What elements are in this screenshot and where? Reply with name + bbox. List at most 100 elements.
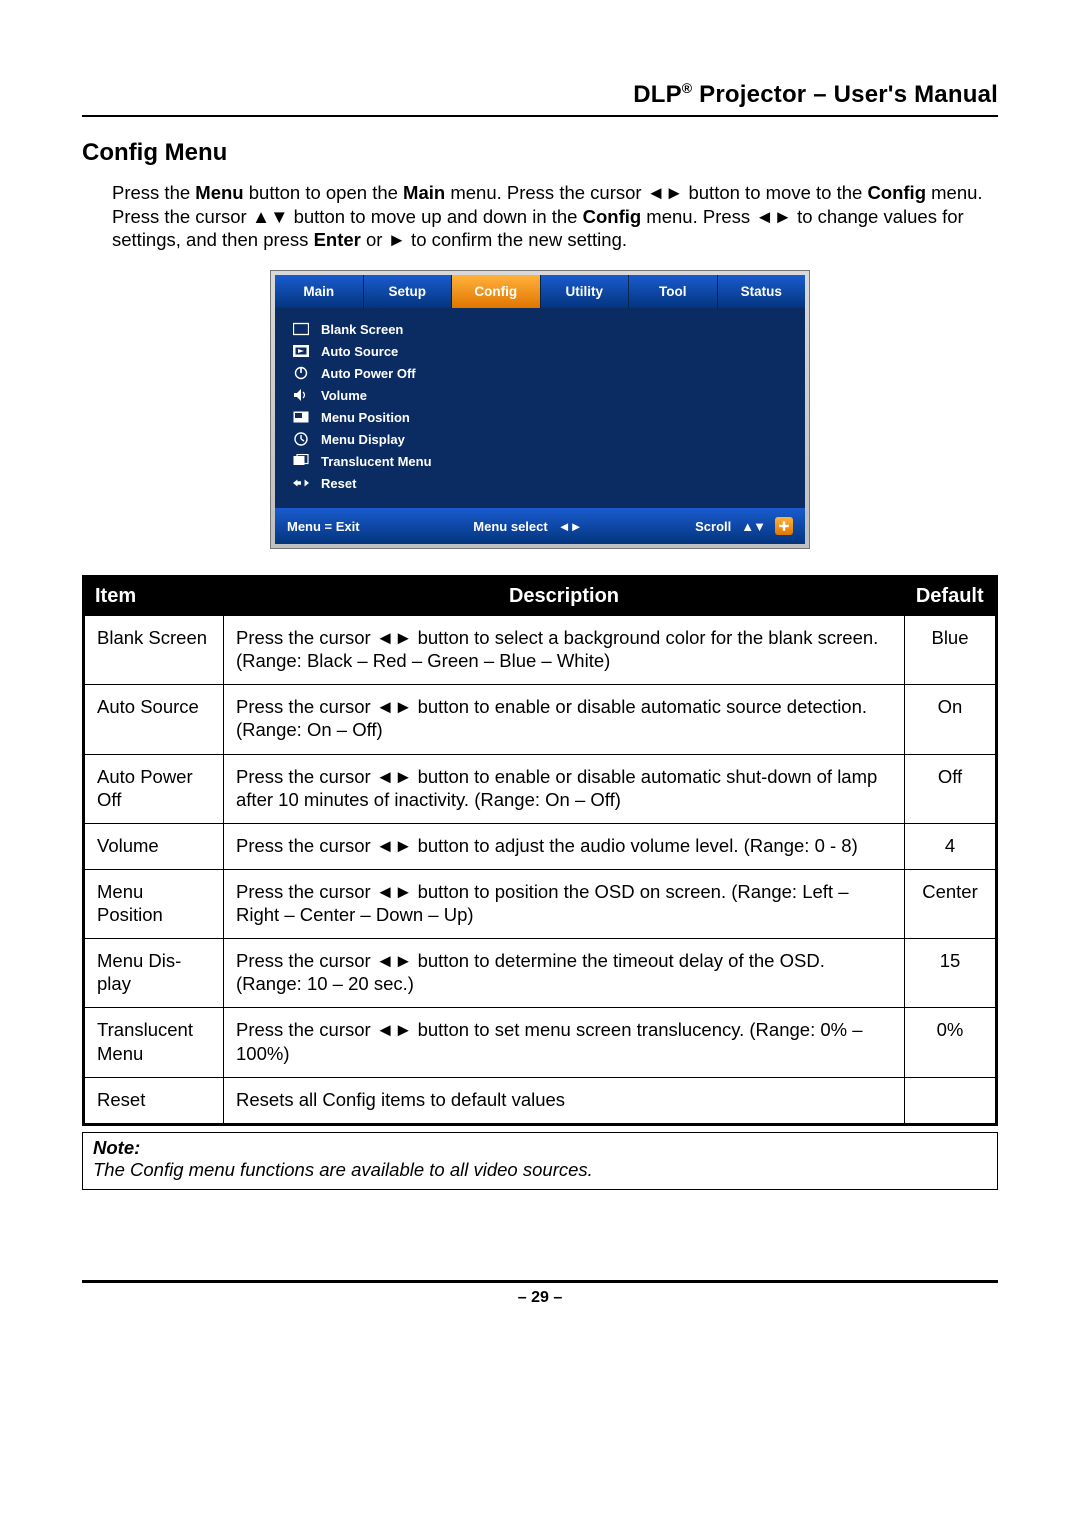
page-number: – 29 – <box>518 1289 562 1306</box>
osd-item-menu-display[interactable]: Menu Display <box>289 428 791 450</box>
cell-item: Menu Dis-play <box>84 939 224 1008</box>
page: DLP® Projector – User's Manual Config Me… <box>0 0 1080 1528</box>
left-right-arrows-icon: ◄► <box>558 519 582 534</box>
cell-item: Auto Power Off <box>84 754 224 823</box>
note-text: The Config menu functions are available … <box>93 1159 987 1181</box>
osd-tabs: Main Setup Config Utility Tool Status <box>275 275 805 308</box>
left-right-arrows-icon: ◄► <box>376 949 413 972</box>
reset-enter-icon <box>291 475 311 491</box>
th-default: Default <box>905 577 997 616</box>
right-arrow-icon: ► <box>388 229 406 250</box>
osd-item-auto-source[interactable]: Auto Source <box>289 340 791 362</box>
osd-item-auto-power-off[interactable]: Auto Power Off <box>289 362 791 384</box>
config-table: Item Description Default Blank ScreenPre… <box>82 575 998 1126</box>
cell-description: Press the cursor ◄► button to adjust the… <box>224 823 905 869</box>
osd-item-translucent-menu[interactable]: Translucent Menu <box>289 450 791 472</box>
up-down-arrows-icon: ▲▼ <box>252 206 289 227</box>
left-right-arrows-icon: ◄► <box>376 834 413 857</box>
osd-item-label: Volume <box>321 388 367 403</box>
osd-item-label: Translucent Menu <box>321 454 432 469</box>
left-right-arrows-icon: ◄► <box>376 695 413 718</box>
osd-screenshot: Main Setup Config Utility Tool Status Bl… <box>270 270 810 549</box>
osd-item-volume[interactable]: Volume <box>289 384 791 406</box>
osd-tab-config[interactable]: Config <box>452 275 541 308</box>
table-row: VolumePress the cursor ◄► button to adju… <box>84 823 997 869</box>
cell-item: Reset <box>84 1077 224 1124</box>
speaker-icon <box>291 387 311 403</box>
table-row: Menu Dis-playPress the cursor ◄► button … <box>84 939 997 1008</box>
up-down-arrows-icon: ▲▼ <box>741 519 765 534</box>
cell-item: Translucent Menu <box>84 1008 224 1077</box>
osd-panel: Main Setup Config Utility Tool Status Bl… <box>275 275 805 544</box>
table-row: ResetResets all Config items to default … <box>84 1077 997 1124</box>
osd-item-label: Blank Screen <box>321 322 403 337</box>
page-footer: – 29 – <box>82 1280 998 1307</box>
auto-source-icon <box>291 343 311 359</box>
osd-tab-tool[interactable]: Tool <box>629 275 718 308</box>
left-right-arrows-icon: ◄► <box>376 765 413 788</box>
clock-icon <box>291 431 311 447</box>
cell-item: Blank Screen <box>84 616 224 685</box>
cell-item: Menu Position <box>84 869 224 938</box>
left-right-arrows-icon: ◄► <box>376 880 413 903</box>
table-row: Blank ScreenPress the cursor ◄► button t… <box>84 616 997 685</box>
osd-tab-utility[interactable]: Utility <box>541 275 630 308</box>
brand-prefix: DLP <box>633 81 682 108</box>
th-item: Item <box>84 577 224 616</box>
osd-item-reset[interactable]: Reset <box>289 472 791 494</box>
footer-pill-icon <box>775 517 793 535</box>
th-description: Description <box>224 577 905 616</box>
blank-screen-icon <box>291 321 311 337</box>
osd-item-label: Auto Source <box>321 344 398 359</box>
cell-description: Press the cursor ◄► button to determine … <box>224 939 905 1008</box>
osd-footer-scroll: Scroll ▲▼ <box>695 517 793 535</box>
cell-default: Off <box>905 754 997 823</box>
cell-description: Press the cursor ◄► button to select a b… <box>224 616 905 685</box>
translucent-menu-icon <box>291 453 311 469</box>
cell-default: On <box>905 685 997 754</box>
osd-footer: Menu = Exit Menu select ◄► Scroll ▲▼ <box>275 508 805 544</box>
osd-tab-setup[interactable]: Setup <box>364 275 453 308</box>
osd-item-label: Reset <box>321 476 356 491</box>
doc-header: DLP® Projector – User's Manual <box>82 80 998 117</box>
header-rest: Projector – User's Manual <box>692 81 998 108</box>
osd-footer-exit: Menu = Exit <box>287 519 360 534</box>
note-box: Note: The Config menu functions are avai… <box>82 1132 998 1190</box>
cell-description: Press the cursor ◄► button to enable or … <box>224 754 905 823</box>
cell-description: Press the cursor ◄► button to enable or … <box>224 685 905 754</box>
cell-default: 4 <box>905 823 997 869</box>
cell-description: Press the cursor ◄► button to position t… <box>224 869 905 938</box>
registered-mark: ® <box>682 80 693 96</box>
osd-tab-status[interactable]: Status <box>718 275 806 308</box>
cell-item: Volume <box>84 823 224 869</box>
left-right-arrows-icon: ◄► <box>755 206 792 227</box>
cell-item: Auto Source <box>84 685 224 754</box>
cell-default: Center <box>905 869 997 938</box>
section-title: Config Menu <box>82 139 998 167</box>
osd-item-list: Blank Screen Auto Source Auto Power Off <box>275 308 805 508</box>
table-row: Auto Power OffPress the cursor ◄► button… <box>84 754 997 823</box>
table-row: Menu PositionPress the cursor ◄► button … <box>84 869 997 938</box>
left-right-arrows-icon: ◄► <box>376 1018 413 1041</box>
osd-item-label: Menu Position <box>321 410 410 425</box>
osd-item-label: Menu Display <box>321 432 405 447</box>
table-row: Translucent MenuPress the cursor ◄► butt… <box>84 1008 997 1077</box>
table-head: Item Description Default <box>84 577 997 616</box>
cell-default: 0% <box>905 1008 997 1077</box>
cell-description: Press the cursor ◄► button to set menu s… <box>224 1008 905 1077</box>
osd-tab-main[interactable]: Main <box>275 275 364 308</box>
cell-default: Blue <box>905 616 997 685</box>
osd-item-menu-position[interactable]: Menu Position <box>289 406 791 428</box>
power-off-icon <box>291 365 311 381</box>
cell-default: 15 <box>905 939 997 1008</box>
table-body: Blank ScreenPress the cursor ◄► button t… <box>84 616 997 1125</box>
osd-item-blank-screen[interactable]: Blank Screen <box>289 318 791 340</box>
intro-paragraph: Press the Menu button to open the Main m… <box>112 181 998 252</box>
cell-default <box>905 1077 997 1124</box>
table-row: Auto SourcePress the cursor ◄► button to… <box>84 685 997 754</box>
osd-footer-select: Menu select ◄► <box>473 519 581 534</box>
note-label: Note: <box>93 1137 987 1159</box>
left-right-arrows-icon: ◄► <box>647 182 684 203</box>
cell-description: Resets all Config items to default value… <box>224 1077 905 1124</box>
osd-item-label: Auto Power Off <box>321 366 416 381</box>
